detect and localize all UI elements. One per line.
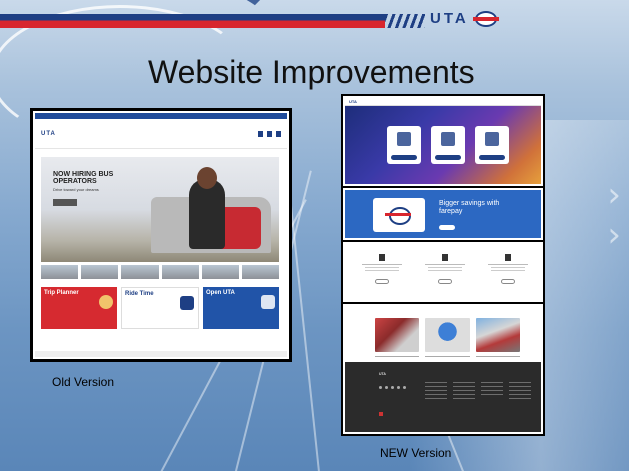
- news-captions: [375, 356, 520, 357]
- old-feature-cards: Trip Planner Ride Time Open UTA: [41, 287, 279, 329]
- driver-face: [197, 167, 217, 189]
- ride-time-card: Ride Time: [121, 287, 199, 329]
- new-uta-logo: UTA: [349, 99, 357, 104]
- building-icon: [261, 295, 275, 309]
- footer-social-icons: [379, 386, 406, 389]
- new-feature-row: [343, 242, 543, 302]
- new-hero-panel: UTA: [343, 96, 543, 186]
- driver-image: [189, 179, 225, 249]
- old-header-icons: [258, 130, 281, 137]
- old-footer-strip: [35, 351, 287, 357]
- phone-icon: [505, 254, 511, 261]
- chevron-decoration-icon: ›: [607, 215, 621, 255]
- schedule-icon: [442, 254, 448, 261]
- slide-title: Website Improvements: [148, 54, 475, 90]
- old-website-screenshot: UTA NOW HIRING BUS OPERATORS Drive towar…: [30, 108, 292, 362]
- bus-icon: [180, 296, 194, 310]
- brand-mark: UTA: [430, 10, 499, 27]
- old-uta-logo: UTA: [41, 130, 56, 137]
- farepay-card-image: [373, 198, 425, 232]
- new-top-bar: UTA: [345, 98, 541, 106]
- new-news-photos: [375, 318, 520, 352]
- brand-stripe-tail: [385, 14, 425, 28]
- old-website-page: UTA NOW HIRING BUS OPERATORS Drive towar…: [33, 111, 289, 359]
- new-website-screenshot: UTA Bigger savings with farepay UTA: [341, 94, 545, 436]
- old-hero-button: [53, 199, 77, 206]
- new-farepay-promo: Bigger savings with farepay: [343, 188, 543, 240]
- brand-text: UTA: [430, 10, 469, 27]
- new-news-and-footer: UTA: [343, 304, 543, 434]
- farepay-promo-button: [439, 225, 455, 230]
- footer-badge: [379, 412, 383, 416]
- new-hero-card: [431, 126, 465, 164]
- news-photo: [475, 318, 520, 352]
- footer-link-column: [425, 382, 447, 402]
- news-photo: [425, 318, 470, 352]
- new-version-label: NEW Version: [380, 446, 452, 460]
- uta-logo-icon: [472, 10, 499, 27]
- new-feature-column: [357, 254, 407, 284]
- farepay-promo-title: Bigger savings with farepay: [439, 200, 500, 216]
- old-hero-banner: NOW HIRING BUS OPERATORS Drive toward yo…: [41, 157, 279, 262]
- old-header: UTA: [35, 119, 287, 149]
- news-photo: [375, 318, 420, 352]
- new-feature-column: [483, 254, 533, 284]
- new-footer: UTA: [345, 362, 541, 432]
- brand-stripe: [0, 14, 385, 28]
- open-uta-card: Open UTA: [203, 287, 279, 329]
- footer-link-column: [509, 382, 531, 402]
- old-thumbnail-strip: [41, 265, 280, 279]
- footer-link-column: [453, 382, 475, 402]
- trip-planner-card: Trip Planner: [41, 287, 117, 329]
- new-hero-card: [475, 126, 509, 164]
- new-feature-column: [420, 254, 470, 284]
- feature-button: [438, 279, 452, 284]
- footer-logo: UTA: [379, 372, 386, 376]
- old-hero-subtitle: Drive toward your dreams: [53, 187, 99, 192]
- new-hero-card: [387, 126, 421, 164]
- chevron-decoration-icon: ›: [607, 175, 621, 215]
- feature-button: [501, 279, 515, 284]
- map-pin-icon: [99, 295, 113, 309]
- new-hero-image: [345, 106, 541, 184]
- feature-button: [375, 279, 389, 284]
- old-version-label: Old Version: [52, 375, 115, 389]
- map-icon: [379, 254, 385, 261]
- old-hero-title: NOW HIRING BUS OPERATORS: [53, 171, 114, 186]
- footer-link-column: [481, 382, 503, 398]
